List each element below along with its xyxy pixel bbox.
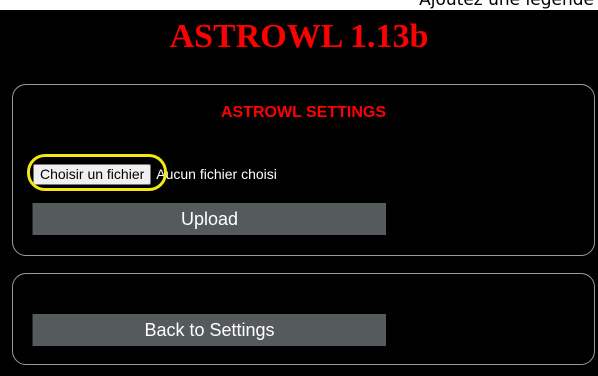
settings-panel: ASTROWL SETTINGS Choisir un fichier Aucu…: [12, 84, 595, 256]
back-to-settings-button[interactable]: Back to Settings: [32, 314, 386, 346]
choose-file-button[interactable]: Choisir un fichier: [33, 163, 152, 185]
file-status-text: Aucun fichier choisi: [156, 166, 277, 182]
upload-button[interactable]: Upload: [32, 203, 386, 235]
file-input-row: Choisir un fichier Aucun fichier choisi: [27, 154, 277, 191]
settings-heading: ASTROWL SETTINGS: [220, 104, 387, 121]
caption-strip: Ajoutez une légende: [0, 0, 598, 10]
back-panel: Back to Settings: [12, 273, 595, 365]
app-title: ASTROWL 1.13b: [169, 18, 429, 55]
caption-strip-text: Ajoutez une légende: [419, 0, 594, 10]
